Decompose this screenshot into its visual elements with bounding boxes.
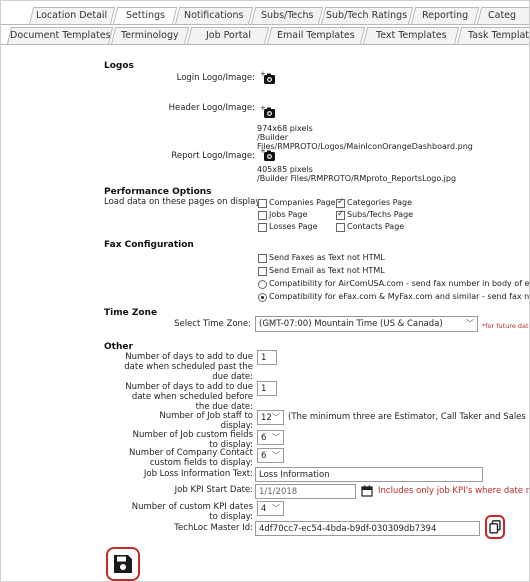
tab-terminology[interactable]: Terminology: [110, 27, 190, 45]
login-logo-label: Login Logo/Image:: [176, 73, 255, 83]
camera-icon[interactable]: +: [260, 148, 276, 162]
job-staff-select[interactable]: 12 ﹀: [257, 410, 284, 425]
subs-techs-page-checkbox[interactable]: [336, 209, 345, 220]
performance-heading: Performance Options: [104, 187, 212, 197]
master-id-input[interactable]: 4df70cc7-ec54-4bda-b9df-030309db7394: [255, 521, 480, 536]
camera-icon[interactable]: +: [260, 105, 276, 119]
settings-panel: Location Detail Settings Notifications S…: [0, 0, 530, 582]
loss-info-label: Job Loss Information Text:: [143, 469, 253, 479]
header-logo-label: Header Logo/Image:: [168, 103, 255, 113]
days-before-label: Number of days to add to due date when sc…: [125, 382, 253, 412]
aircomusa-label: Compatibility for AirComUSA.com - send f…: [269, 279, 530, 288]
master-id-label: TechLoc Master Id:: [174, 523, 253, 533]
kpi-dates-select[interactable]: 4 ﹀: [257, 501, 284, 516]
kpi-start-label: Job KPI Start Date:: [174, 485, 253, 495]
calendar-icon[interactable]: [361, 485, 373, 497]
efax-radio[interactable]: [258, 293, 267, 302]
days-before-input[interactable]: 1: [257, 381, 277, 396]
timezone-label: Select Time Zone:: [174, 319, 251, 329]
tab-row-primary: Location Detail Settings Notifications S…: [1, 7, 529, 25]
days-past-input[interactable]: 1: [257, 350, 277, 365]
company-custom-fields-value: 6: [261, 451, 267, 461]
tab-document-templates[interactable]: Document Templates: [6, 27, 114, 45]
contacts-page-checkbox[interactable]: [336, 223, 345, 232]
job-staff-value: 12: [261, 413, 272, 423]
send-email-text-checkbox[interactable]: [258, 267, 267, 276]
company-custom-fields-label: Number of Company Contact custom fields t…: [129, 448, 253, 468]
chevron-down-icon: ﹀: [272, 413, 280, 422]
tab-email-templates[interactable]: Email Templates: [266, 27, 366, 45]
job-custom-fields-label: Number of Job custom fields to display:: [132, 430, 253, 450]
timezone-heading: Time Zone: [104, 308, 158, 318]
efax-label: Compatibility for eFax.com & MyFax.com a…: [269, 292, 530, 301]
tab-task-templates[interactable]: Task Templat: [456, 27, 529, 45]
job-staff-label: Number of Job staff to display:: [159, 411, 253, 431]
load-data-label: Load data on these pages on display:: [104, 197, 263, 207]
camera-icon[interactable]: +: [260, 71, 276, 85]
loss-info-input[interactable]: Loss Information: [255, 467, 483, 482]
jobs-page-checkbox[interactable]: [258, 211, 267, 220]
header-logo-path-2: Files/RMPROTO/Logos/MainIconOrangeDashbo…: [257, 142, 473, 151]
contacts-page-label: Contacts Page: [347, 222, 405, 231]
tab-location-detail[interactable]: Location Detail: [28, 7, 116, 25]
send-email-text-label: Send Email as Text not HTML: [269, 266, 385, 275]
fax-heading: Fax Configuration: [104, 240, 194, 250]
days-past-label: Number of days to add to due date when sc…: [124, 352, 253, 382]
tab-subs-techs[interactable]: Subs/Techs: [250, 7, 324, 25]
timezone-note: *for future dat: [482, 322, 529, 330]
tab-divider: [1, 24, 529, 25]
kpi-note: Includes only job KPI's where date rec: [378, 486, 530, 496]
categories-page-checkbox[interactable]: [336, 197, 345, 208]
other-heading: Other: [104, 342, 133, 352]
tab-categories[interactable]: Categ: [476, 7, 529, 25]
job-staff-note: (The minimum three are Estimator, Call T…: [288, 412, 530, 422]
tab-reporting[interactable]: Reporting: [410, 7, 480, 25]
logos-heading: Logos: [104, 61, 134, 71]
tab-divider-2: [1, 44, 529, 45]
chevron-down-icon: ﹀: [272, 433, 280, 442]
timezone-select[interactable]: (GMT-07:00) Mountain Time (US & Canada) ﹀: [255, 316, 478, 332]
send-faxes-text-label: Send Faxes as Text not HTML: [269, 253, 385, 262]
companies-page-checkbox[interactable]: [258, 199, 267, 208]
tab-settings[interactable]: Settings: [112, 7, 178, 25]
report-logo-label: Report Logo/Image:: [171, 151, 255, 161]
tab-notifications[interactable]: Notifications: [174, 7, 254, 25]
tab-text-templates[interactable]: Text Templates: [362, 27, 460, 45]
chevron-down-icon: ﹀: [272, 451, 280, 460]
losses-page-label: Losses Page: [269, 222, 318, 231]
subs-techs-page-label: Subs/Techs Page: [347, 210, 414, 219]
company-custom-fields-select[interactable]: 6 ﹀: [257, 448, 284, 463]
tab-sub-tech-ratings[interactable]: Sub/Tech Ratings: [320, 7, 414, 25]
job-custom-fields-value: 6: [261, 433, 267, 443]
tab-job-portal[interactable]: Job Portal: [186, 27, 270, 45]
copy-icon[interactable]: [489, 520, 501, 534]
kpi-dates-value: 4: [261, 504, 267, 514]
categories-page-label: Categories Page: [347, 198, 413, 207]
kpi-dates-label: Number of custom KPI dates to display:: [131, 502, 253, 522]
companies-page-label: Companies Page: [269, 198, 336, 207]
chevron-down-icon: ﹀: [466, 319, 474, 328]
aircomusa-radio[interactable]: [258, 280, 267, 289]
tab-row-secondary: Document Templates Terminology Job Porta…: [1, 27, 529, 45]
chevron-down-icon: ﹀: [272, 504, 280, 513]
report-logo-path: /Builder Files/RMPROTO/RMproto_ReportsLo…: [257, 174, 457, 183]
save-icon[interactable]: [113, 554, 133, 574]
jobs-page-label: Jobs Page: [269, 210, 308, 219]
job-custom-fields-select[interactable]: 6 ﹀: [257, 430, 284, 445]
timezone-value: (GMT-07:00) Mountain Time (US & Canada): [259, 319, 443, 329]
kpi-start-input[interactable]: 1/1/2018: [255, 484, 356, 499]
send-faxes-text-checkbox[interactable]: [258, 254, 267, 263]
losses-page-checkbox[interactable]: [258, 223, 267, 232]
